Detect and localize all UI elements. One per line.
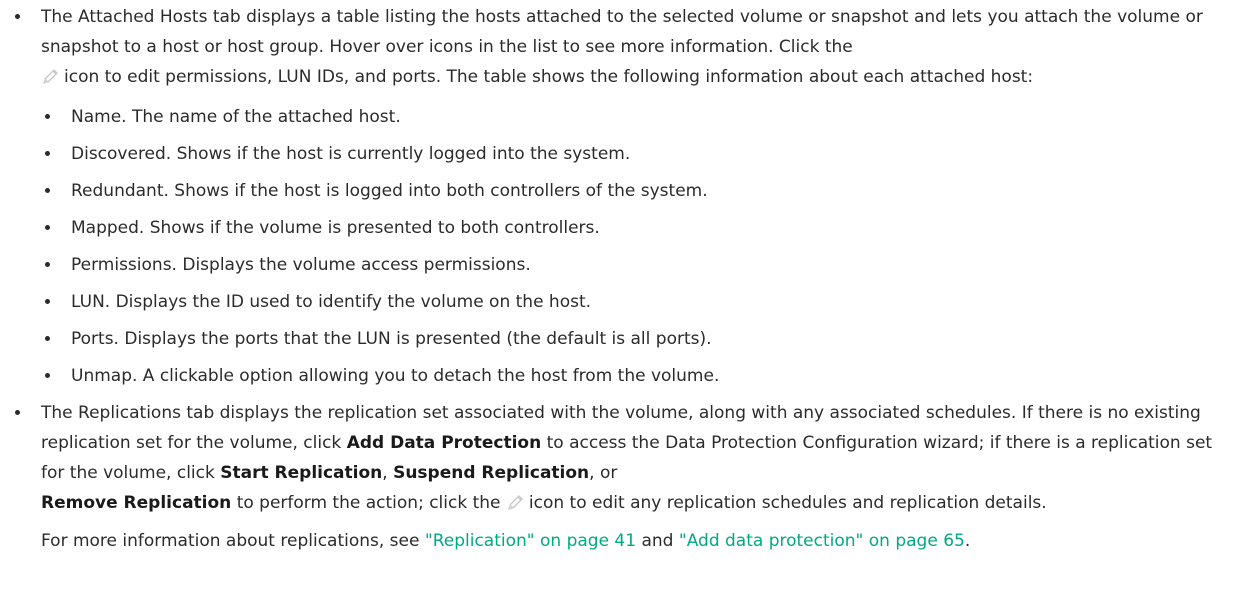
replications-note: For more information about replications,… xyxy=(41,526,1239,556)
pencil-icon xyxy=(41,66,61,86)
list-item: Permissions. Displays the volume access … xyxy=(41,250,1239,280)
list-item-text: LUN. Displays the ID used to identify th… xyxy=(71,292,592,312)
replications-text-3: to perform the action; click the xyxy=(236,493,501,513)
list-item: Name. The name of the attached host. xyxy=(41,102,1239,132)
list-item-text: Discovered. Shows if the host is current… xyxy=(71,144,631,164)
note-and: and xyxy=(641,531,674,551)
add-data-protection-label: Add Data Protection xyxy=(346,433,542,453)
bullet-dot xyxy=(45,336,50,341)
bullet-dot xyxy=(15,410,20,415)
attached-hosts-intro-2: icon to edit permissions, LUN IDs, and p… xyxy=(64,67,1034,87)
attached-hosts-columns-list: Name. The name of the attached host. Dis… xyxy=(41,102,1239,391)
suspend-replication-label: Suspend Replication xyxy=(393,463,590,483)
list-item: Unmap. A clickable option allowing you t… xyxy=(41,361,1239,391)
bullet-list: The Attached Hosts tab displays a table … xyxy=(0,2,1245,556)
remove-replication-label: Remove Replication xyxy=(41,493,232,513)
list-item-text: Redundant. Shows if the host is logged i… xyxy=(71,181,708,201)
note-prefix: For more information about replications,… xyxy=(41,531,420,551)
replications-item: The Replications tab displays the replic… xyxy=(0,398,1245,556)
bullet-dot xyxy=(45,114,50,119)
bullet-dot xyxy=(45,151,50,156)
attached-hosts-item: The Attached Hosts tab displays a table … xyxy=(0,2,1245,391)
note-end: . xyxy=(964,531,971,551)
attached-hosts-intro-1: The Attached Hosts tab displays a table … xyxy=(41,7,1203,57)
bullet-dot xyxy=(45,225,50,230)
list-item-text: Unmap. A clickable option allowing you t… xyxy=(71,366,720,386)
list-item-text: Permissions. Displays the volume access … xyxy=(71,255,531,275)
bullet-dot xyxy=(15,14,20,19)
bullet-dot xyxy=(45,373,50,378)
list-item-text: Name. The name of the attached host. xyxy=(71,107,401,127)
list-item: Redundant. Shows if the host is logged i… xyxy=(41,176,1239,206)
replications-comma: , xyxy=(382,463,388,483)
list-item: Ports. Displays the ports that the LUN i… xyxy=(41,324,1239,354)
bullet-dot xyxy=(45,262,50,267)
list-item: LUN. Displays the ID used to identify th… xyxy=(41,287,1239,317)
list-item-text: Ports. Displays the ports that the LUN i… xyxy=(71,329,712,349)
pencil-icon xyxy=(506,492,526,512)
bullet-dot xyxy=(45,188,50,193)
start-replication-label: Start Replication xyxy=(220,463,383,483)
add-data-protection-page-link[interactable]: "Add data protection" on page 65 xyxy=(679,531,965,551)
list-item: Mapped. Shows if the volume is presented… xyxy=(41,213,1239,243)
bullet-dot xyxy=(45,299,50,304)
replications-or: , or xyxy=(589,463,618,483)
list-item-text: Mapped. Shows if the volume is presented… xyxy=(71,218,600,238)
replication-page-link[interactable]: "Replication" on page 41 xyxy=(425,531,636,551)
replications-text-4: icon to edit any replication schedules a… xyxy=(528,493,1047,513)
list-item: Discovered. Shows if the host is current… xyxy=(41,139,1239,169)
document-page: The Attached Hosts tab displays a table … xyxy=(0,0,1245,616)
